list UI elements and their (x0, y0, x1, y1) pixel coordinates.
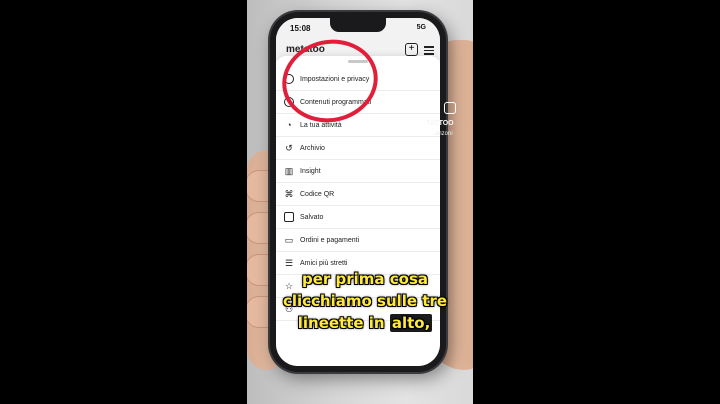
insights-icon: ▥ (284, 166, 294, 176)
list-icon: ☰ (284, 258, 294, 268)
caption-line-3: lineette in alto, (270, 314, 460, 332)
menu-item-label: Amici più stretti (300, 259, 348, 267)
menu-item-label: La tua attività (300, 121, 342, 129)
menu-item-label: Codice QR (300, 190, 335, 198)
activity-icon: ◔ (286, 120, 292, 130)
status-bar: 15:08 5G (276, 18, 440, 40)
caption-text: lineette in (297, 314, 390, 332)
menu-item-orders-payments[interactable]: ▭ Ordini e pagamenti (276, 229, 440, 252)
qr-code-icon: ⌘ (284, 189, 294, 199)
card-icon: ▭ (284, 235, 294, 245)
menu-item-label: Insight (300, 167, 321, 175)
instagram-icon (444, 102, 456, 114)
menu-item-archive[interactable]: ↺ Archivio (276, 137, 440, 160)
menu-item-saved[interactable]: Salvato (276, 206, 440, 229)
menu-item-insights[interactable]: ▥ Insight (276, 160, 440, 183)
watermark-subtext: ...anzoni (430, 131, 453, 137)
network-indicator: 5G (416, 24, 426, 31)
create-post-icon[interactable]: + (405, 43, 418, 56)
bookmark-icon (284, 212, 294, 222)
menu-item-qr-code[interactable]: ⌘ Codice QR (276, 183, 440, 206)
status-time: 15:08 (290, 24, 311, 33)
notch (330, 18, 386, 32)
menu-item-label: Archivio (300, 144, 325, 152)
menu-item-your-activity[interactable]: ◔ La tua attività (276, 114, 440, 137)
archive-icon: ↺ (285, 143, 293, 153)
menu-item-label: Ordini e pagamenti (300, 236, 360, 244)
caption-line-2: clicchiamo sulle tre (282, 292, 448, 310)
caption-line-1: per prima cosa (301, 270, 429, 288)
watermark-text: TATTOO (426, 120, 454, 127)
menu-item-label: Salvato (300, 213, 324, 221)
caption-highlight: alto, (389, 314, 433, 332)
hamburger-menu-icon[interactable] (424, 44, 434, 57)
